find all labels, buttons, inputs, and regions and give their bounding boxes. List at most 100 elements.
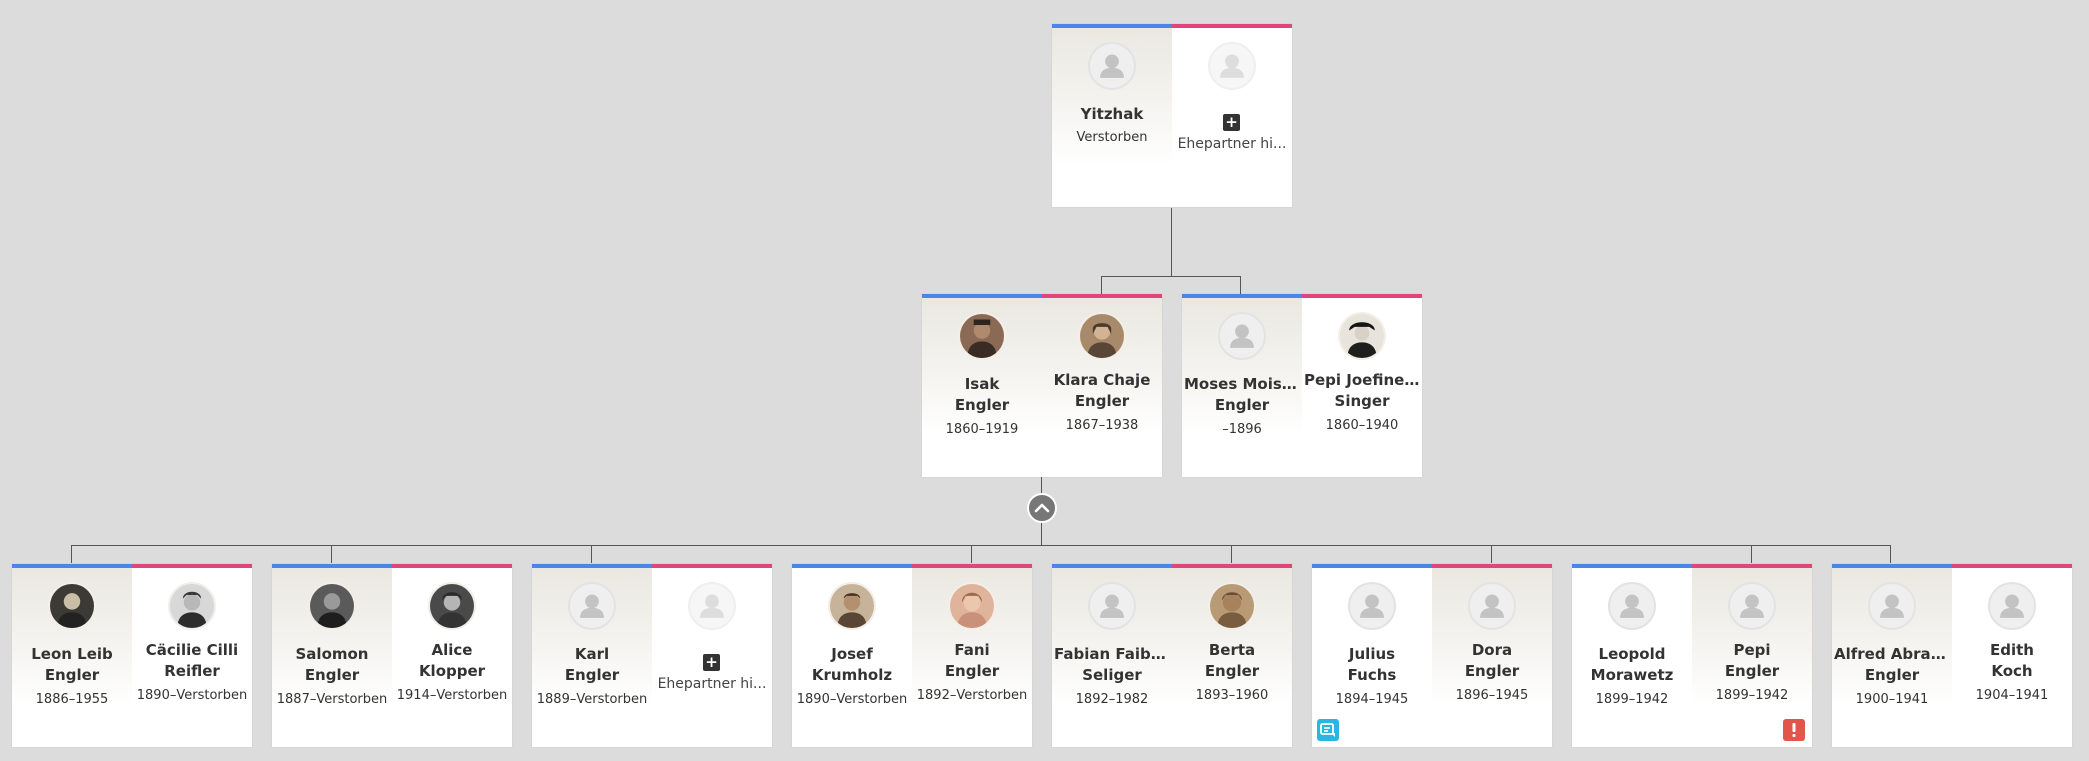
connector-line (1101, 276, 1102, 294)
connector-line (1101, 276, 1241, 277)
person-card-leopold-morawetz[interactable]: Leopold Morawetz 1899–1942 (1572, 564, 1692, 747)
avatar (1608, 582, 1656, 630)
family-card-karl: Karl Engler 1889–Verstorben + Ehepartner … (532, 564, 772, 747)
person-card-pepi-joefine-singer[interactable]: Pepi Joefine ... Singer 1860–1940 (1302, 294, 1422, 477)
person-card-pepi-engler[interactable]: Pepi Engler 1899–1942 (1692, 564, 1812, 704)
person-card-klara-chaje-engler[interactable]: Klara Chaje Engler 1867–1938 (1042, 294, 1162, 434)
portrait-photo (960, 314, 1004, 358)
gender-bar (1302, 294, 1422, 298)
avatar-photo (308, 582, 356, 630)
person-name: Alice Klopper (418, 641, 486, 680)
avatar (1218, 312, 1266, 360)
gender-bar (1182, 294, 1302, 298)
plus-square-icon[interactable]: + (703, 654, 720, 671)
person-name: Josef Krumholz (811, 645, 893, 684)
person-name: Moses Moish... Engler (1184, 375, 1300, 414)
person-name: Yitzhak (1080, 105, 1144, 123)
person-card-fani-engler[interactable]: Fani Engler 1892–Verstorben (912, 564, 1032, 704)
add-spouse-card[interactable]: + Ehepartner hi... (1172, 24, 1292, 207)
person-card-edith-koch[interactable]: Edith Koch 1904–1941 (1952, 564, 2072, 747)
person-card-fabian-seliger[interactable]: Fabian Faibis... Seliger 1892–1982 (1052, 564, 1172, 707)
person-name: Cäcilie Cilli Reifler (145, 641, 239, 680)
record-match-icon[interactable] (1317, 719, 1339, 741)
plus-square-icon[interactable]: + (1223, 114, 1240, 131)
portrait-photo (950, 584, 994, 628)
gender-bar (1432, 564, 1552, 568)
family-card-julius-dora: Julius Fuchs 1894–1945 Dora Engler 1896–19… (1312, 564, 1552, 747)
connector-line (1491, 545, 1492, 563)
chevron-up-icon (1034, 503, 1050, 513)
gender-bar (12, 564, 132, 568)
add-spouse-label[interactable]: Ehepartner hi... (1174, 136, 1290, 152)
person-card-isak-engler[interactable]: Isak Engler 1860–1919 (922, 294, 1042, 437)
person-name: Leon Leib Engler (31, 645, 113, 684)
person-card-alfred-engler[interactable]: Alfred Abrah... Engler 1900–1941 (1832, 564, 1952, 707)
avatar (1088, 582, 1136, 630)
person-card-karl-engler[interactable]: Karl Engler 1889–Verstorben (532, 564, 652, 707)
portrait-photo (1080, 314, 1124, 358)
person-card-alice-klopper[interactable]: Alice Klopper 1914–Verstorben (392, 564, 512, 747)
person-silhouette-icon (1480, 594, 1504, 618)
person-dates: 1894–1945 (1335, 692, 1409, 707)
gender-bar (1172, 24, 1292, 28)
person-name: Pepi Joefine ... Singer (1304, 371, 1420, 410)
avatar-photo (168, 582, 216, 630)
person-silhouette-icon (580, 594, 604, 618)
person-dates: 1899–1942 (1715, 688, 1789, 703)
gender-bar (912, 564, 1032, 568)
family-card-leopold-pepi: Leopold Morawetz 1899–1942 Pepi Engler 189… (1572, 564, 1812, 747)
person-name: Dora Engler (1464, 641, 1520, 680)
add-spouse-label[interactable]: Ehepartner hi... (654, 676, 770, 692)
person-card-berta-engler[interactable]: Berta Engler 1893–1960 (1172, 564, 1292, 704)
collapse-children-button[interactable] (1027, 493, 1057, 523)
family-card-josef-fani: Josef Krumholz 1890–Verstorben Fani Engler… (792, 564, 1032, 747)
person-dates: 1899–1942 (1595, 692, 1669, 707)
person-dates: 1887–Verstorben (276, 692, 388, 707)
portrait-photo (310, 584, 354, 628)
family-card-leon-caecilie: Leon Leib Engler 1886–1955 Cäcilie Cilli R… (12, 564, 252, 747)
gender-bar (1572, 564, 1692, 568)
person-name: Julius Fuchs (1347, 645, 1397, 684)
avatar (568, 582, 616, 630)
person-card-josef-krumholz[interactable]: Josef Krumholz 1890–Verstorben (792, 564, 912, 747)
person-card-salomon-engler[interactable]: Salomon Engler 1887–Verstorben (272, 564, 392, 707)
avatar-photo (48, 582, 96, 630)
person-card-moses-engler[interactable]: Moses Moish... Engler –1896 (1182, 294, 1302, 437)
avatar (1088, 42, 1136, 90)
person-name: Fabian Faibis... Seliger (1054, 645, 1170, 684)
person-dates: 1896–1945 (1455, 688, 1529, 703)
connector-line (71, 545, 1891, 546)
person-name: Salomon Engler (295, 645, 369, 684)
avatar-photo (1338, 312, 1386, 360)
family-card-top: Yitzhak Verstorben + Ehepartner hi... (1052, 24, 1292, 207)
connector-line (1890, 545, 1891, 563)
portrait-photo (430, 584, 474, 628)
person-dates: 1889–Verstorben (536, 692, 648, 707)
gender-bar (272, 564, 392, 568)
person-silhouette-icon (700, 594, 724, 618)
person-silhouette-icon (1620, 594, 1644, 618)
connector-line (331, 545, 332, 563)
person-card-caecilie-cilli-reifler[interactable]: Cäcilie Cilli Reifler 1890–Verstorben (132, 564, 252, 747)
gender-bar (1042, 294, 1162, 298)
person-dates: 1890–Verstorben (136, 688, 248, 703)
portrait-photo (170, 584, 214, 628)
avatar (1468, 582, 1516, 630)
avatar (1728, 582, 1776, 630)
person-card-yitzhak[interactable]: Yitzhak Verstorben (1052, 24, 1172, 164)
person-card-dora-engler[interactable]: Dora Engler 1896–1945 (1432, 564, 1552, 704)
person-dates: 1886–1955 (35, 692, 109, 707)
person-dates: –1896 (1222, 422, 1262, 437)
avatar (688, 582, 736, 630)
exclamation-icon[interactable] (1783, 719, 1805, 741)
person-card-leon-leib-engler[interactable]: Leon Leib Engler 1886–1955 (12, 564, 132, 707)
family-card-moses-pepi: Moses Moish... Engler –1896 Pepi Joefine … (1182, 294, 1422, 477)
add-spouse-card[interactable]: + Ehepartner hi... (652, 564, 772, 747)
gender-bar (1052, 564, 1172, 568)
connector-line (1751, 545, 1752, 563)
person-dates: 1860–1919 (945, 422, 1019, 437)
person-dates: Verstorben (1076, 130, 1148, 145)
avatar-photo (1078, 312, 1126, 360)
connector-line (71, 545, 72, 563)
person-dates: 1890–Verstorben (796, 692, 908, 707)
